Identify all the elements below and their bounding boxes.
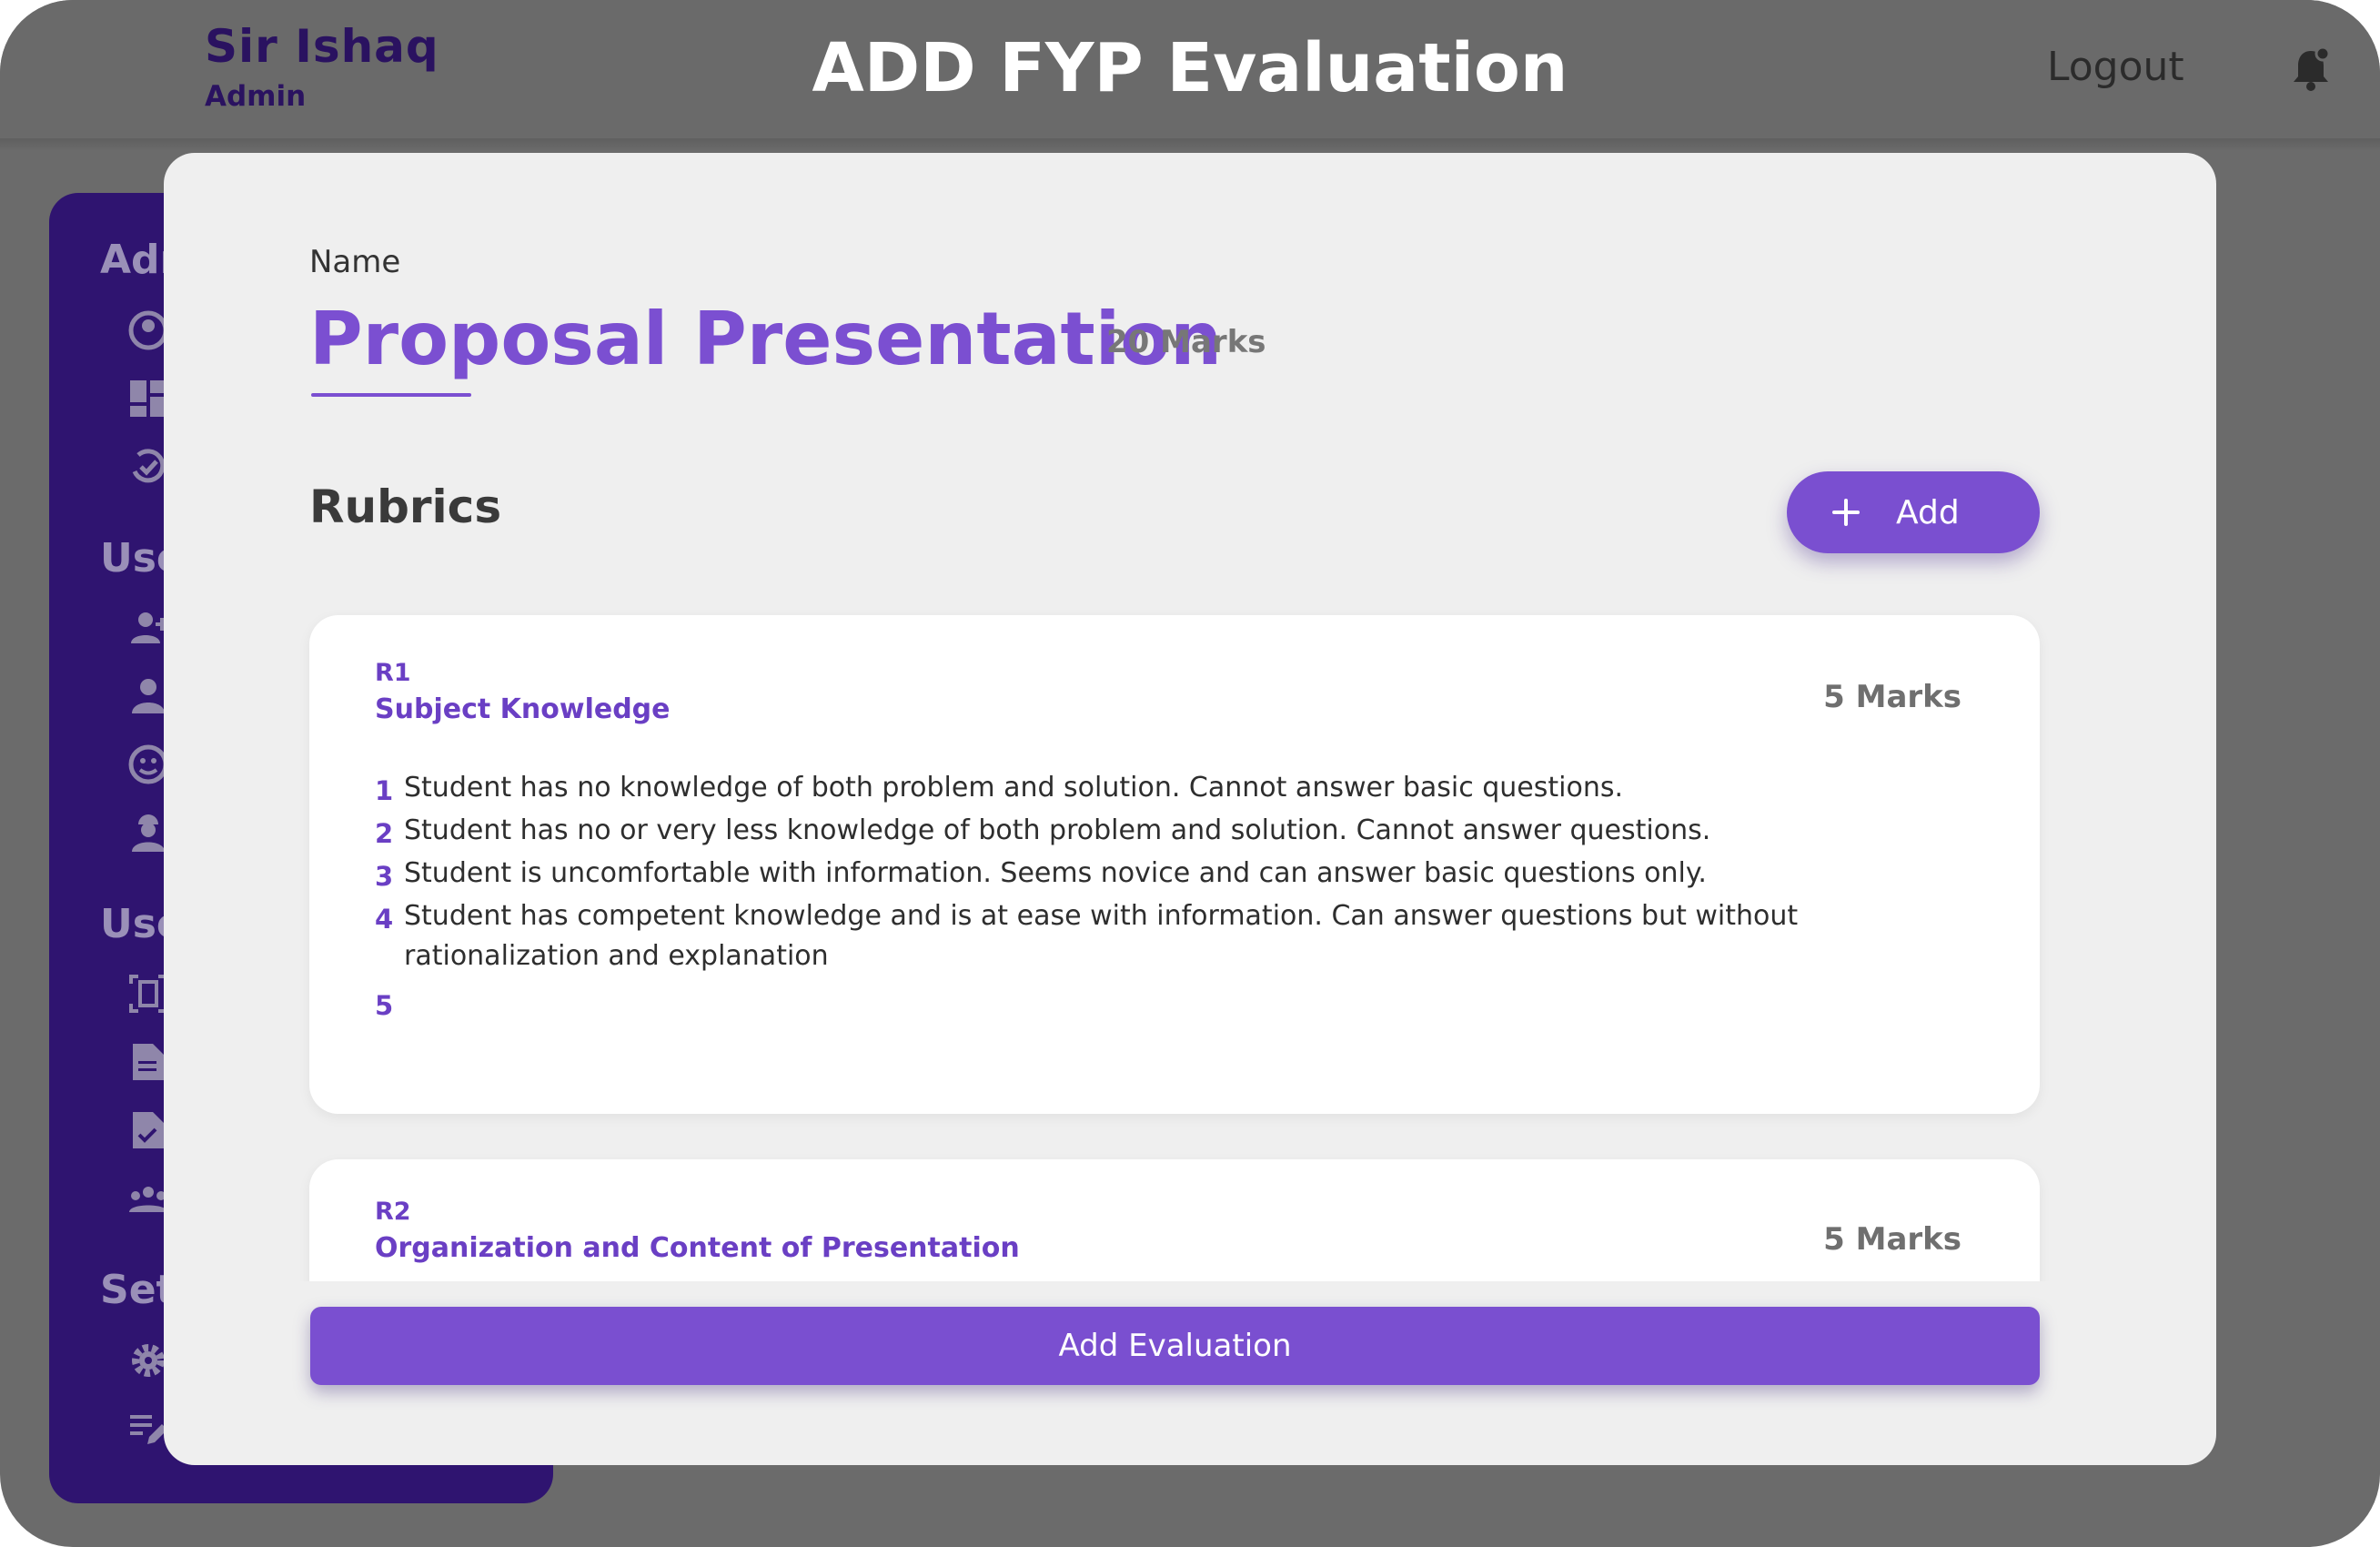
top-bar: Sir Ishaq Admin ADD FYP Evaluation Logou… bbox=[0, 0, 2380, 138]
rubric-marks: 5 Marks bbox=[1823, 679, 1961, 715]
evaluation-total-marks: 20 Marks bbox=[1106, 324, 1266, 360]
app-frame: Sir Ishaq Admin ADD FYP Evaluation Logou… bbox=[0, 0, 2380, 1547]
level-number: 1 bbox=[375, 775, 394, 806]
level-description: Student has competent knowledge and is a… bbox=[404, 900, 1799, 972]
level-number: 4 bbox=[375, 904, 394, 935]
header-shadow bbox=[0, 138, 2380, 151]
add-evaluation-button[interactable]: Add Evaluation bbox=[310, 1307, 2040, 1385]
notification-bell-icon[interactable] bbox=[2289, 46, 2333, 93]
logout-link[interactable]: Logout bbox=[2047, 44, 2184, 90]
level-description: Student is uncomfortable with informatio… bbox=[404, 857, 1707, 889]
rubric-id: R2 bbox=[375, 1198, 411, 1226]
rubrics-heading: Rubrics bbox=[309, 480, 502, 533]
rubric-card[interactable]: R1 Subject Knowledge 5 Marks 1 Student h… bbox=[309, 615, 2040, 1114]
rubric-id: R1 bbox=[375, 659, 411, 687]
name-label: Name bbox=[309, 244, 401, 280]
level-number: 5 bbox=[375, 990, 394, 1021]
page-title: ADD FYP Evaluation bbox=[812, 29, 1568, 107]
rubric-marks: 5 Marks bbox=[1823, 1221, 1961, 1258]
level-number: 2 bbox=[375, 818, 394, 849]
add-rubric-button[interactable]: Add bbox=[1787, 471, 2040, 553]
add-evaluation-modal: Name Proposal Presentation 20 Marks Rubr… bbox=[164, 153, 2216, 1465]
rubric-name: Organization and Content of Presentation bbox=[375, 1232, 1020, 1264]
rubric-name: Subject Knowledge bbox=[375, 693, 671, 725]
level-description: Student has no knowledge of both problem… bbox=[404, 772, 1624, 804]
plus-icon bbox=[1832, 499, 1860, 526]
modal-scroll-area[interactable]: Name Proposal Presentation 20 Marks Rubr… bbox=[164, 153, 2216, 1281]
level-number: 3 bbox=[375, 861, 394, 892]
add-rubric-label: Add bbox=[1896, 493, 1960, 531]
level-description: Student has no or very less knowledge of… bbox=[404, 814, 1711, 846]
evaluation-name-underline bbox=[311, 393, 471, 397]
evaluation-name[interactable]: Proposal Presentation bbox=[309, 297, 1222, 381]
rubric-card[interactable]: R2 Organization and Content of Presentat… bbox=[309, 1159, 2040, 1281]
